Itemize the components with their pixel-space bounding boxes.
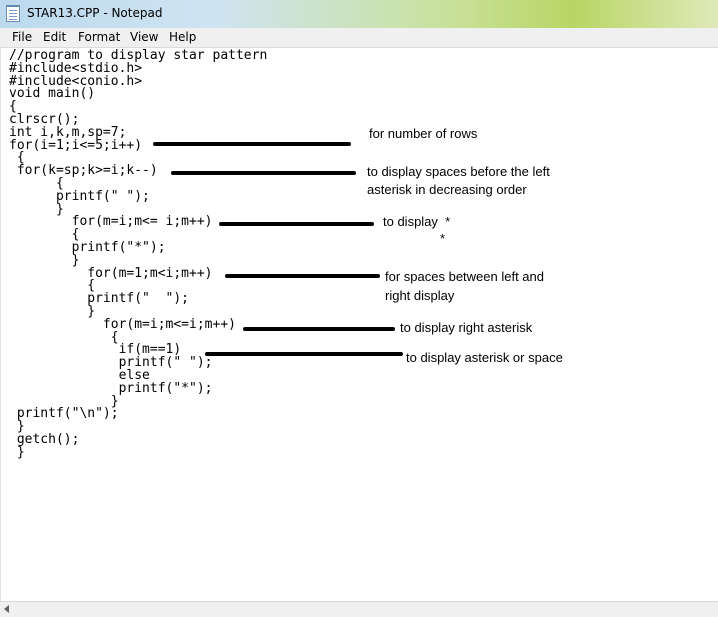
code-line: void main() (9, 86, 96, 102)
menu-edit[interactable]: Edit (41, 30, 68, 44)
annotation-note: right display (385, 288, 455, 303)
code-line: } (9, 444, 25, 460)
menu-file[interactable]: File (10, 30, 34, 44)
code-text: //program to display star pattern #includ… (9, 49, 267, 460)
annotation-line (225, 274, 380, 278)
annotation-note: for number of rows (369, 126, 478, 141)
annotation-line (243, 327, 395, 331)
annotation-line (219, 222, 374, 226)
annotation-note: to display right asterisk (400, 320, 533, 335)
menu-view[interactable]: View (128, 30, 160, 44)
annotation-line (153, 142, 351, 146)
code-line: getch(); (9, 431, 80, 447)
code-line: printf("\n"); (9, 406, 119, 422)
annotation-note: to display asterisk or space (406, 350, 563, 365)
annotation-note: to display * (383, 214, 451, 229)
annotation-note: * (440, 231, 446, 246)
title-bar: STAR13.CPP - Notepad (0, 0, 718, 28)
menu-format[interactable]: Format (76, 30, 122, 44)
menu-help[interactable]: Help (167, 30, 198, 44)
horizontal-scrollbar[interactable] (0, 601, 718, 617)
text-editor-area[interactable]: //program to display star pattern #includ… (0, 48, 718, 601)
window-title: STAR13.CPP - Notepad (27, 6, 163, 20)
annotation-line (171, 171, 356, 175)
scroll-left-arrow-icon[interactable] (4, 605, 9, 613)
annotation-line (205, 352, 403, 356)
annotation-note: to display spaces before the left (367, 164, 550, 179)
annotation-note: asterisk in decreasing order (367, 182, 527, 197)
menu-bar: File Edit Format View Help (0, 28, 718, 48)
annotation-note: for spaces between left and (385, 269, 544, 284)
notepad-icon (6, 5, 20, 22)
